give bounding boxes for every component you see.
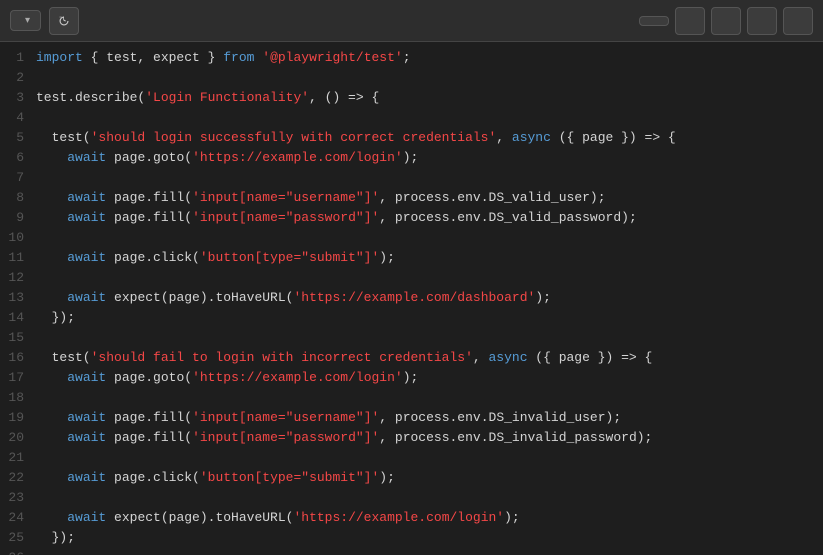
- code-line: [32, 228, 823, 248]
- close-button[interactable]: [783, 7, 813, 35]
- code-line: test('should fail to login with incorrec…: [32, 348, 823, 368]
- code-line: [32, 488, 823, 508]
- code-line: test.describe('Login Functionality', () …: [32, 88, 823, 108]
- code-line: await expect(page).toHaveURL('https://ex…: [32, 508, 823, 528]
- code-line: [32, 448, 823, 468]
- chevron-down-icon: ▾: [25, 15, 30, 26]
- code-line: await page.fill('input[name="username"]'…: [32, 408, 823, 428]
- code-line: [32, 268, 823, 288]
- code-line: await page.click('button[type="submit"]'…: [32, 468, 823, 488]
- code-line: [32, 548, 823, 555]
- code-line: [32, 388, 823, 408]
- code-line: await page.fill('input[name="password"]'…: [32, 428, 823, 448]
- code-area[interactable]: import { test, expect } from '@playwrigh…: [32, 42, 823, 555]
- code-line: [32, 108, 823, 128]
- code-line: });: [32, 308, 823, 328]
- code-line: test('should login successfully with cor…: [32, 128, 823, 148]
- code-line: await page.goto('https://example.com/log…: [32, 148, 823, 168]
- titlebar: ▾: [0, 0, 823, 42]
- titlebar-left: ▾: [10, 7, 170, 35]
- history-icon: [58, 13, 70, 29]
- menu-button[interactable]: [675, 7, 705, 35]
- editor: 1234567891011121314151617181920212223242…: [0, 42, 823, 555]
- line-numbers: 1234567891011121314151617181920212223242…: [0, 42, 32, 555]
- minimize-button[interactable]: [711, 7, 741, 35]
- code-line: await page.click('button[type="submit"]'…: [32, 248, 823, 268]
- code-line: await page.fill('input[name="username"]'…: [32, 188, 823, 208]
- code-line: import { test, expect } from '@playwrigh…: [32, 48, 823, 68]
- code-line: [32, 68, 823, 88]
- history-button[interactable]: [49, 7, 79, 35]
- code-line: await page.goto('https://example.com/log…: [32, 368, 823, 388]
- code-line: [32, 168, 823, 188]
- save-button[interactable]: [639, 16, 669, 26]
- code-line: [32, 328, 823, 348]
- maximize-button[interactable]: [747, 7, 777, 35]
- code-line: });: [32, 528, 823, 548]
- titlebar-right: [639, 7, 813, 35]
- code-line: await expect(page).toHaveURL('https://ex…: [32, 288, 823, 308]
- code-line: await page.fill('input[name="password"]'…: [32, 208, 823, 228]
- open-button[interactable]: ▾: [10, 10, 41, 31]
